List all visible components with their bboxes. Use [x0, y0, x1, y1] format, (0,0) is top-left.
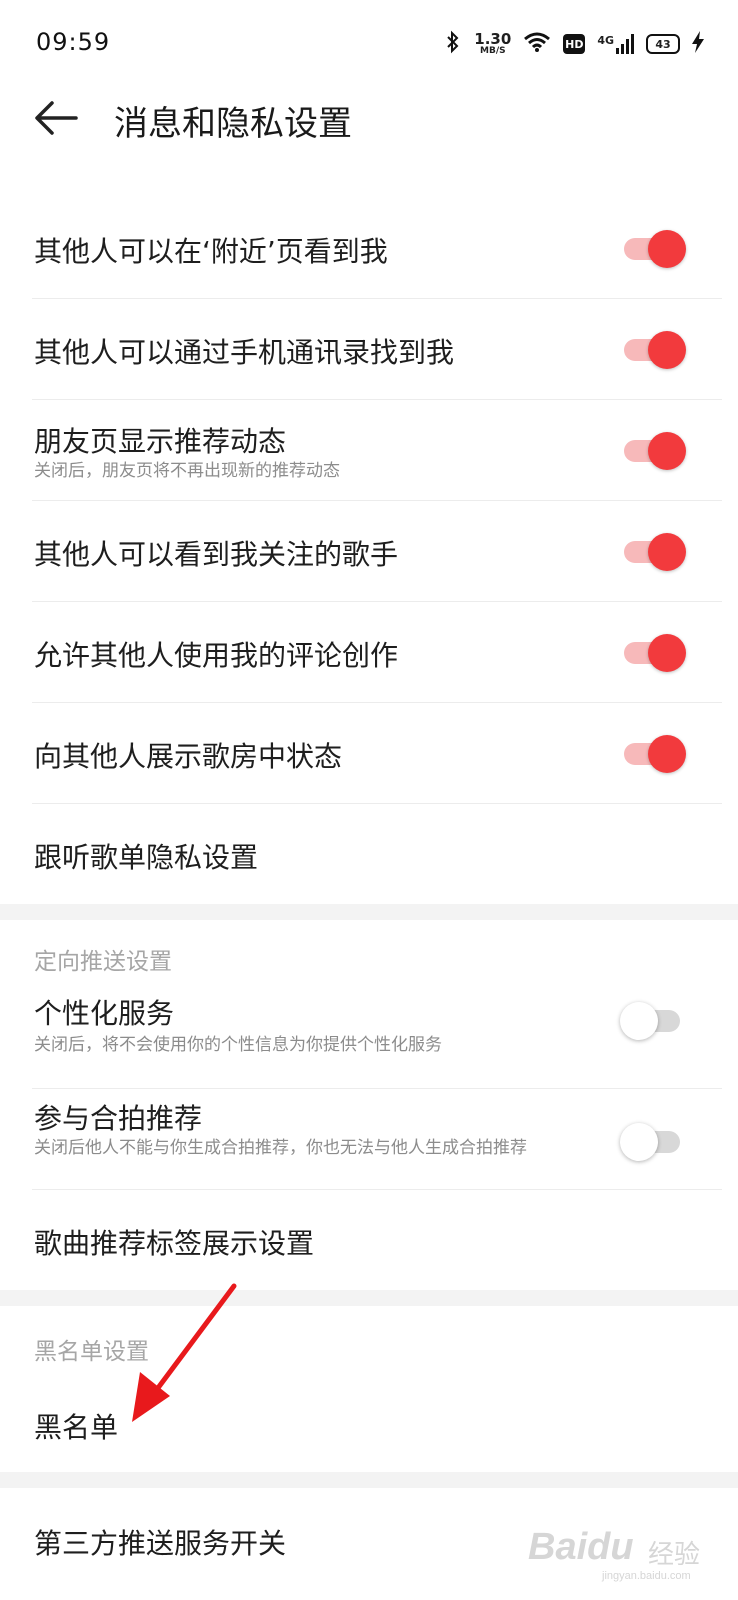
section-title-targeted-push: 定向推送设置: [34, 949, 172, 975]
wifi-icon: [523, 31, 551, 57]
comment-creation-toggle[interactable]: [620, 630, 686, 672]
section-divider: [0, 1290, 738, 1306]
setting-label: 其他人可以在‘附近’页看到我: [34, 235, 388, 268]
scrolled-off-item: ▔▔▔▔▔▔: [34, 150, 145, 169]
setting-description: 关闭后，将不会使用你的个性信息为你提供个性化服务: [34, 1035, 442, 1055]
battery-indicator: 43: [646, 34, 680, 54]
contacts-toggle[interactable]: [620, 327, 686, 369]
back-arrow-icon: [35, 101, 78, 135]
setting-row-nearby[interactable]: 其他人可以在‘附近’页看到我: [32, 198, 722, 299]
setting-description: 关闭后，朋友页将不再出现新的推荐动态: [34, 461, 340, 481]
duet-recommend-toggle[interactable]: [620, 1119, 686, 1161]
setting-label: 黑名单: [34, 1411, 119, 1444]
followed-singers-toggle[interactable]: [620, 529, 686, 571]
bluetooth-icon: [444, 30, 462, 58]
setting-row-personalized-service[interactable]: 个性化服务 关闭后，将不会使用你的个性信息为你提供个性化服务: [32, 984, 722, 1089]
setting-label: 歌曲推荐标签展示设置: [34, 1227, 315, 1260]
network-speed: 1.30 MB/S: [474, 30, 512, 56]
setting-label: 个性化服务: [34, 997, 175, 1030]
setting-label: 跟听歌单隐私设置: [34, 841, 259, 874]
status-time: 09:59: [36, 28, 111, 56]
status-bar: 09:59 1.30 MB/S HD 4G 43: [0, 0, 738, 90]
section-title-blacklist: 黑名单设置: [34, 1339, 149, 1365]
setting-row-playlist-privacy[interactable]: 跟听歌单隐私设置: [32, 804, 722, 904]
setting-label: 朋友页显示推荐动态: [34, 425, 287, 458]
page-header: 消息和隐私设置: [0, 88, 738, 152]
setting-label: 参与合拍推荐: [34, 1102, 203, 1135]
recommend-feed-toggle[interactable]: [620, 428, 686, 470]
section-divider: [0, 1472, 738, 1488]
nearby-toggle[interactable]: [620, 226, 686, 268]
setting-row-song-tags[interactable]: 歌曲推荐标签展示设置: [32, 1190, 722, 1290]
setting-row-recommend-feed[interactable]: 朋友页显示推荐动态 关闭后，朋友页将不再出现新的推荐动态: [32, 400, 722, 501]
hd-badge: HD: [563, 34, 586, 54]
status-icons: 1.30 MB/S HD 4G 43: [444, 28, 704, 60]
back-button[interactable]: [32, 98, 80, 138]
baidu-watermark: Baidu 经验 jingyan.baidu.com: [528, 1526, 701, 1582]
section-divider: [0, 904, 738, 920]
setting-label: 其他人可以通过手机通讯录找到我: [34, 336, 455, 369]
setting-label: 向其他人展示歌房中状态: [34, 740, 343, 773]
setting-row-blacklist[interactable]: 黑名单: [32, 1386, 722, 1472]
setting-label: 其他人可以看到我关注的歌手: [34, 538, 399, 571]
setting-row-ktv-status[interactable]: 向其他人展示歌房中状态: [32, 703, 722, 804]
setting-label: 第三方推送服务开关: [34, 1527, 287, 1560]
setting-label: 允许其他人使用我的评论创作: [34, 639, 399, 672]
setting-description: 关闭后他人不能与你生成合拍推荐，你也无法与他人生成合拍推荐: [34, 1138, 527, 1158]
personalized-service-toggle[interactable]: [620, 998, 686, 1040]
setting-row-contacts[interactable]: 其他人可以通过手机通讯录找到我: [32, 299, 722, 400]
setting-row-duet-recommend[interactable]: 参与合拍推荐 关闭后他人不能与你生成合拍推荐，你也无法与他人生成合拍推荐: [32, 1089, 722, 1190]
setting-row-comment-creation[interactable]: 允许其他人使用我的评论创作: [32, 602, 722, 703]
settings-list: 其他人可以在‘附近’页看到我 其他人可以通过手机通讯录找到我 朋友页显示推荐动态…: [0, 198, 738, 1588]
signal-icon: 4G: [597, 34, 634, 54]
charging-icon: [692, 31, 704, 57]
setting-row-followed-singers[interactable]: 其他人可以看到我关注的歌手: [32, 501, 722, 602]
ktv-status-toggle[interactable]: [620, 731, 686, 773]
page-title: 消息和隐私设置: [114, 104, 352, 144]
